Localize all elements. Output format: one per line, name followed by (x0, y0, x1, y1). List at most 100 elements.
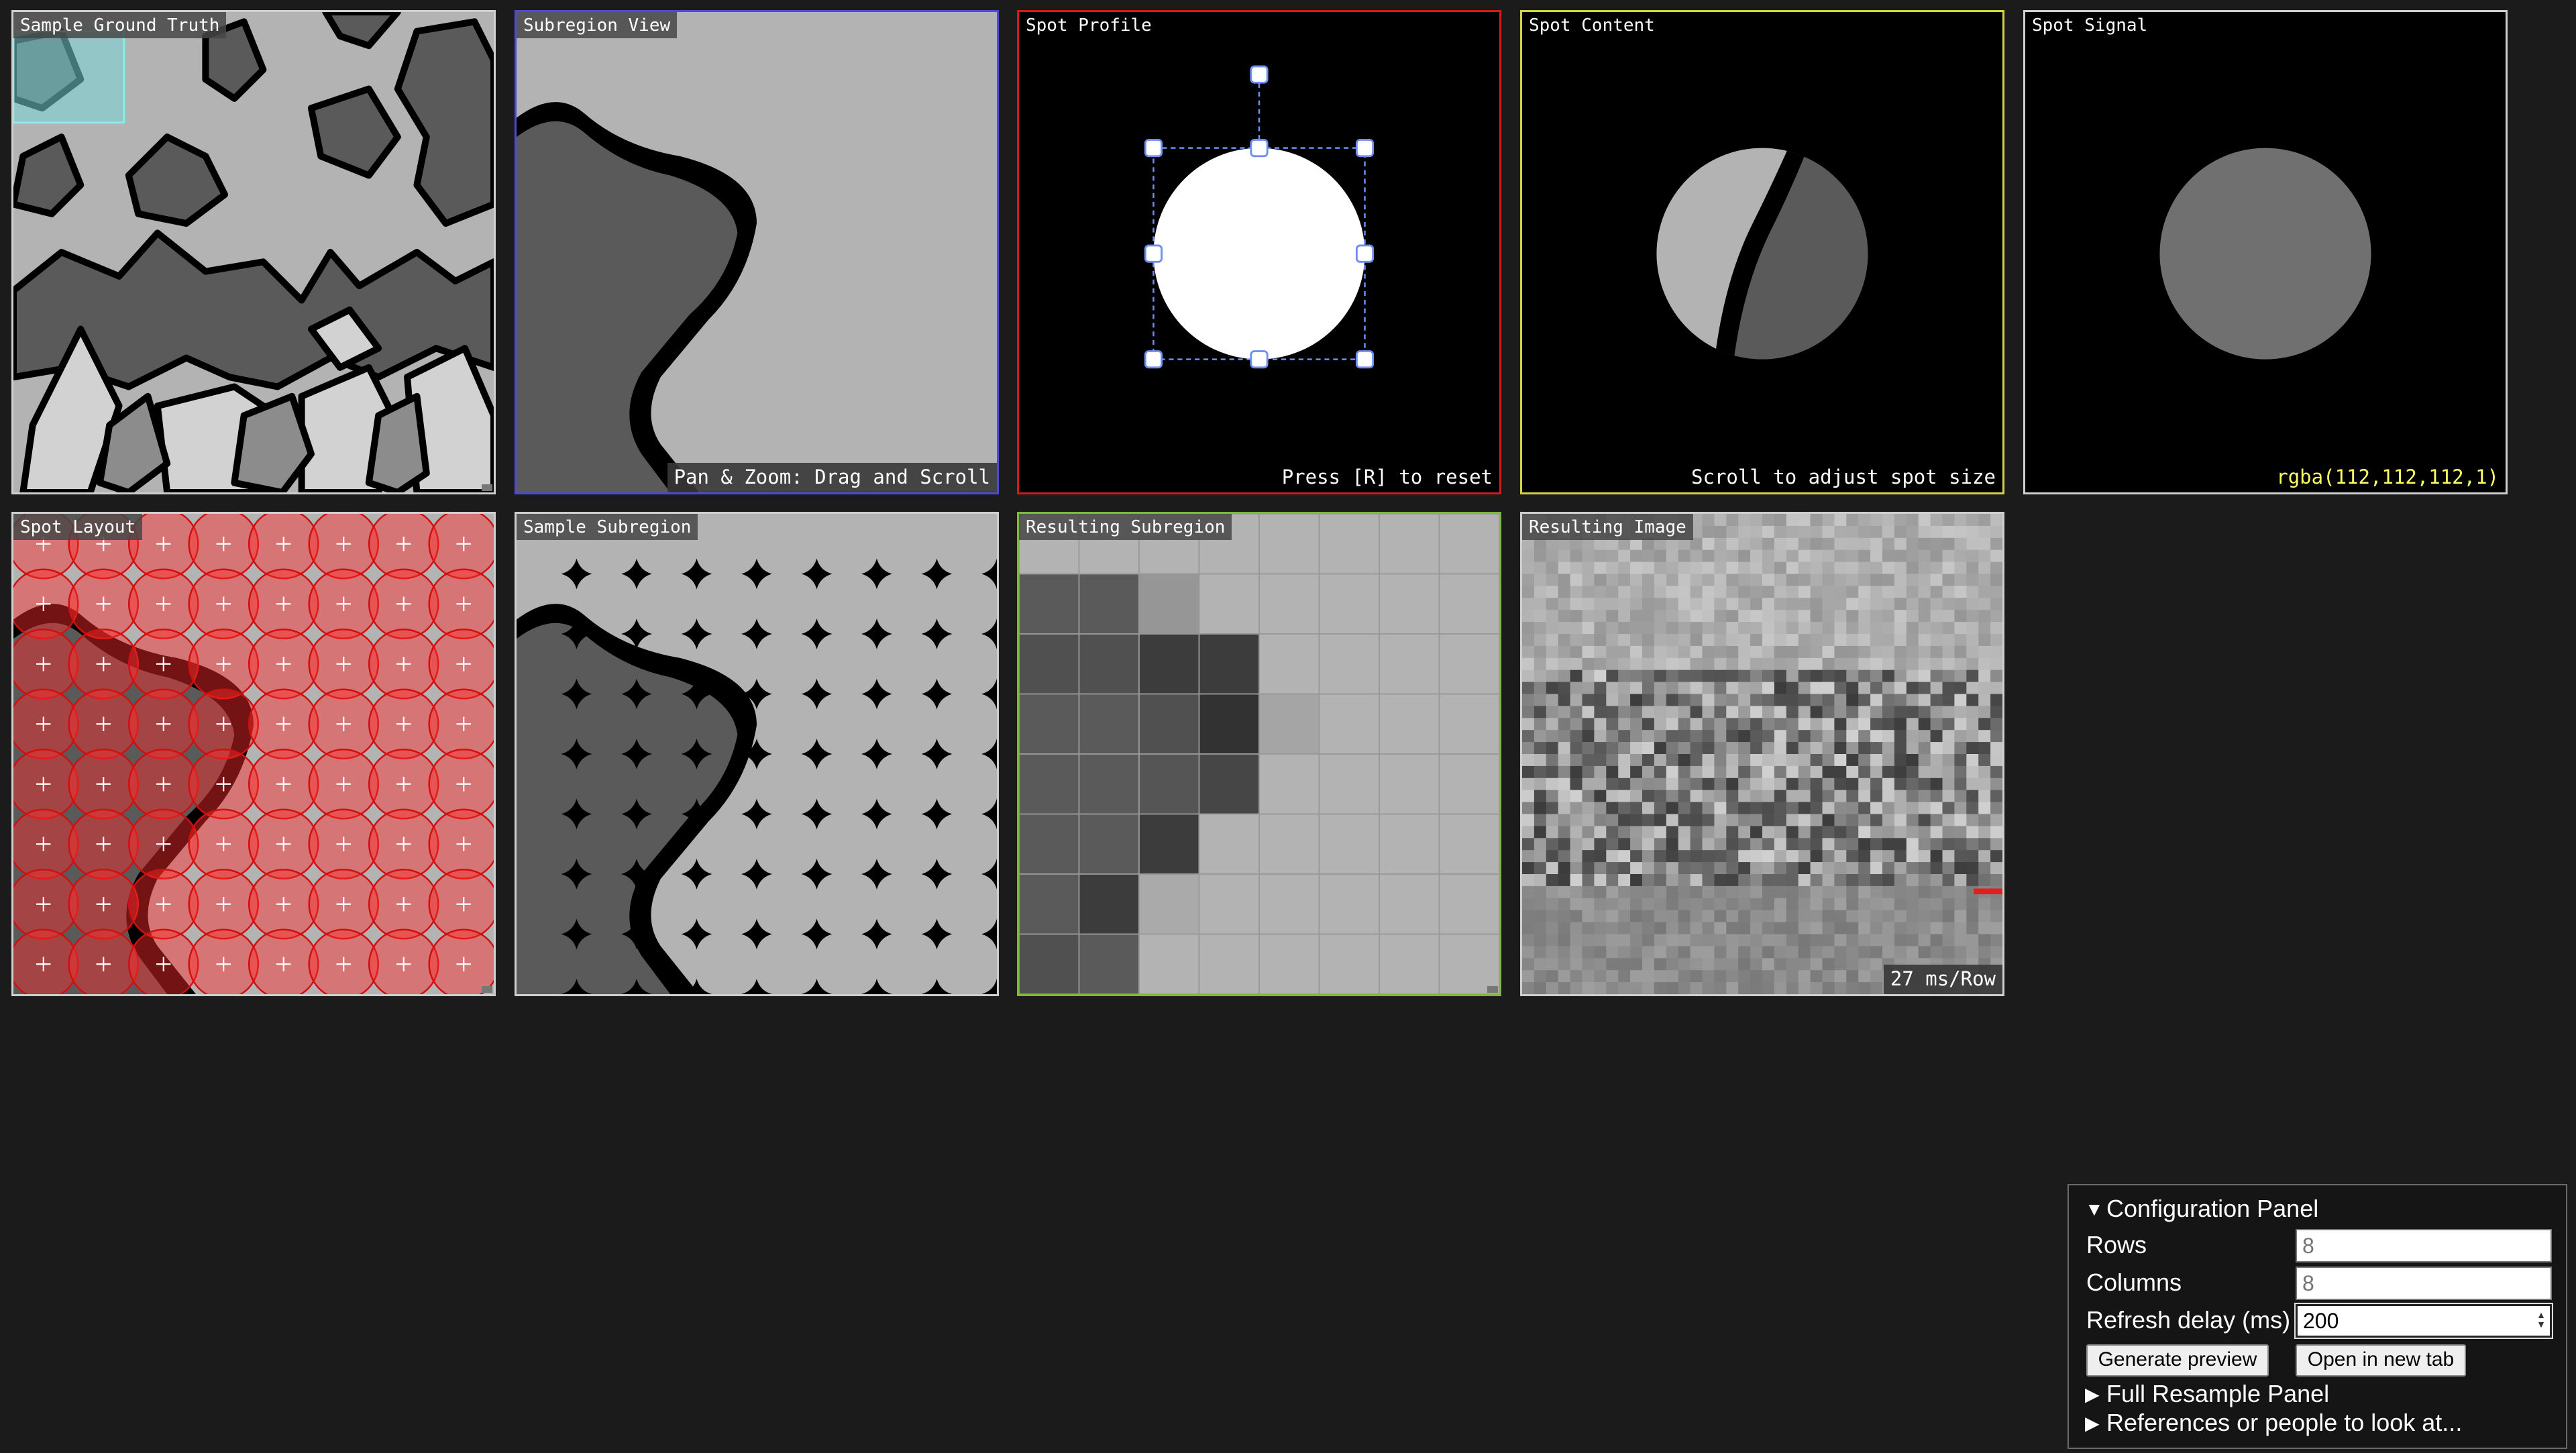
image-pixel (1930, 922, 1943, 934)
image-pixel (1702, 958, 1715, 971)
image-pixel (1546, 682, 1559, 694)
image-pixel (1618, 549, 1631, 562)
image-pixel (1918, 682, 1931, 694)
image-pixel (1570, 862, 1582, 875)
image-pixel (1882, 718, 1895, 731)
image-pixel (1606, 706, 1619, 718)
image-pixel (1714, 610, 1727, 623)
image-pixel (1930, 765, 1943, 779)
image-pixel (1666, 694, 1679, 706)
image-pixel (1522, 694, 1535, 706)
image-pixel (1630, 730, 1643, 743)
resize-handle[interactable] (482, 484, 492, 491)
image-pixel (1810, 777, 1823, 791)
image-pixel (1858, 885, 1871, 899)
image-pixel (1546, 561, 1559, 574)
image-pixel (1918, 694, 1931, 706)
image-pixel (1918, 645, 1931, 659)
references-summary[interactable]: ▶ References or people to look at... (2085, 1409, 2462, 1437)
image-pixel (1786, 694, 1799, 706)
image-pixel (1570, 898, 1582, 911)
image-pixel (1942, 910, 1955, 922)
image-pixel (1726, 885, 1739, 899)
image-pixel (1762, 946, 1775, 959)
image-pixel (1822, 586, 1835, 598)
configuration-panel-summary[interactable]: ▼ Configuration Panel (2085, 1195, 2318, 1223)
result-cell (1198, 813, 1260, 875)
image-pixel (1558, 802, 1570, 814)
resize-handle[interactable] (482, 986, 492, 993)
image-pixel (1558, 730, 1570, 743)
image-pixel (1690, 682, 1703, 694)
image-pixel (1702, 525, 1715, 539)
image-pixel (1726, 826, 1739, 839)
result-cell (1318, 693, 1380, 755)
image-pixel (1774, 826, 1787, 839)
resize-handle[interactable] (1487, 986, 1498, 993)
image-pixel (1522, 657, 1535, 671)
image-pixel (1966, 586, 1979, 598)
refresh-delay-input[interactable]: 200 ▲ ▼ (2294, 1303, 2553, 1339)
image-pixel (1642, 874, 1655, 887)
image-pixel (1942, 694, 1955, 706)
open-new-tab-button[interactable]: Open in new tab (2296, 1344, 2466, 1377)
image-pixel (1930, 730, 1943, 743)
image-pixel (1702, 574, 1715, 586)
image-pixel (1570, 946, 1582, 959)
image-pixel (1558, 970, 1570, 983)
image-pixel (1954, 777, 1967, 791)
image-pixel (1858, 802, 1871, 814)
image-pixel (1786, 610, 1799, 623)
image-pixel (1654, 838, 1667, 851)
image-pixel (1642, 885, 1655, 899)
image-pixel (1522, 610, 1535, 623)
image-pixel (1774, 730, 1787, 743)
image-pixel (1930, 946, 1943, 959)
image-pixel (1546, 730, 1559, 743)
image-pixel (1618, 730, 1631, 743)
image-pixel (1906, 525, 1919, 539)
image-pixel (1918, 922, 1931, 934)
image-pixel (1762, 742, 1775, 755)
resize-handle (1355, 139, 1375, 158)
image-pixel (1582, 669, 1595, 682)
image-pixel (1738, 622, 1751, 635)
spot-profile-panel[interactable]: Spot Profile Press [R] to reset (1017, 10, 1501, 494)
image-pixel (1654, 574, 1667, 586)
spinner-arrows-icon[interactable]: ▲ ▼ (2536, 1310, 2546, 1329)
image-pixel (1882, 885, 1895, 899)
image-pixel (1570, 910, 1582, 922)
image-pixel (1570, 934, 1582, 947)
image-pixel (1966, 669, 1979, 682)
rows-input[interactable] (2296, 1229, 2552, 1262)
image-pixel (1726, 525, 1739, 539)
spot-layout-panel[interactable]: Spot Layout (11, 512, 496, 996)
subregion-view-panel[interactable]: Subregion View Pan & Zoom: Drag and Scro… (515, 10, 999, 494)
full-resample-panel-summary[interactable]: ▶ Full Resample Panel (2085, 1380, 2329, 1408)
spot-profile-editor[interactable] (1019, 12, 1499, 492)
image-pixel (1834, 777, 1847, 791)
image-pixel (1798, 622, 1811, 635)
columns-input[interactable] (2296, 1267, 2552, 1300)
sample-ground-truth-panel[interactable]: Sample Ground Truth (11, 10, 496, 494)
image-pixel (1786, 826, 1799, 839)
image-pixel (1894, 910, 1907, 922)
image-pixel (1714, 982, 1727, 994)
image-pixel (1546, 982, 1559, 994)
image-pixel (1882, 525, 1895, 539)
image-pixel (1822, 645, 1835, 659)
image-pixel (1618, 814, 1631, 826)
image-pixel (1966, 657, 1979, 671)
image-pixel (1618, 657, 1631, 671)
image-pixel (1714, 850, 1727, 863)
generate-preview-button[interactable]: Generate preview (2086, 1344, 2269, 1377)
image-pixel (1654, 622, 1667, 635)
image-pixel (1690, 718, 1703, 731)
image-pixel (1810, 525, 1823, 539)
image-pixel (1894, 574, 1907, 586)
image-pixel (1906, 946, 1919, 959)
image-pixel (1522, 682, 1535, 694)
image-pixel (1834, 874, 1847, 887)
spot-content-panel[interactable]: Spot Content Scroll to adjust spot size (1520, 10, 2004, 494)
image-pixel (1654, 682, 1667, 694)
